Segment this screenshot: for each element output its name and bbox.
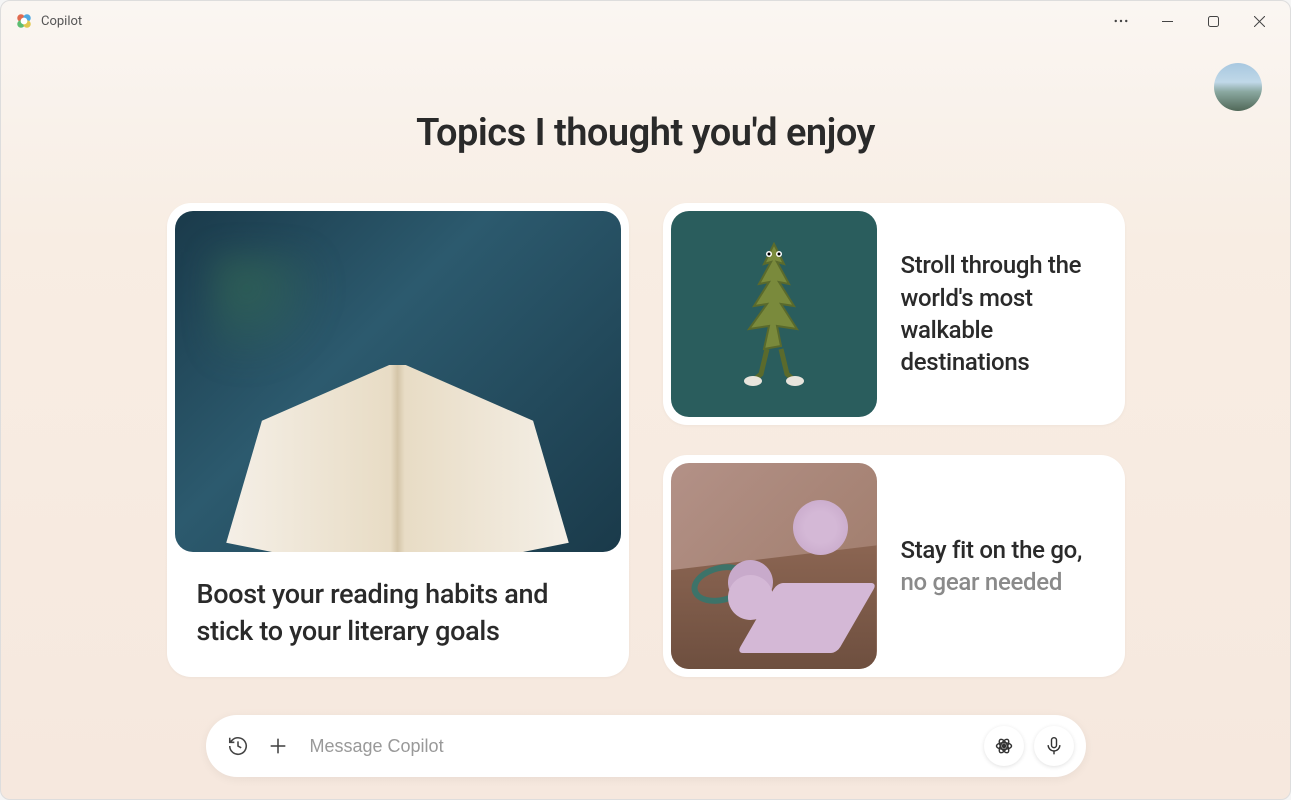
- app-window: Copilot Topics I thought you'd enjoy Boo…: [0, 0, 1291, 800]
- maximize-button[interactable]: [1190, 5, 1236, 37]
- close-button[interactable]: [1236, 5, 1282, 37]
- topic-card-reading[interactable]: Boost your reading habits and stick to y…: [167, 203, 629, 677]
- think-deeper-button[interactable]: [984, 726, 1024, 766]
- history-icon: [227, 735, 249, 757]
- titlebar-title: Copilot: [41, 14, 82, 29]
- add-button[interactable]: [258, 726, 298, 766]
- card-image-tree: [671, 211, 877, 417]
- tree-character-icon: [719, 234, 829, 394]
- message-input-bar: [206, 715, 1086, 777]
- user-avatar[interactable]: [1214, 63, 1262, 111]
- minimize-button[interactable]: [1144, 5, 1190, 37]
- card-text-sub: no gear needed: [901, 568, 1063, 596]
- close-icon: [1254, 16, 1265, 27]
- microphone-button[interactable]: [1034, 726, 1074, 766]
- more-button[interactable]: [1098, 5, 1144, 37]
- card-text: Stay fit on the go, no gear needed: [901, 534, 1117, 599]
- card-text-main: Stay fit on the go,: [901, 536, 1083, 564]
- avatar-image: [1214, 63, 1262, 111]
- plus-icon: [267, 735, 289, 757]
- page-title: Topics I thought you'd enjoy: [416, 111, 875, 155]
- card-image-book: [175, 211, 621, 552]
- titlebar: Copilot: [1, 1, 1290, 41]
- main-content: Topics I thought you'd enjoy Boost your …: [1, 41, 1290, 799]
- topic-card-fitness[interactable]: Stay fit on the go, no gear needed: [663, 455, 1125, 677]
- message-input[interactable]: [298, 736, 984, 757]
- minimize-icon: [1162, 16, 1173, 27]
- history-button[interactable]: [218, 726, 258, 766]
- right-column: Stroll through the world's most walkable…: [663, 203, 1125, 677]
- topic-card-walkable[interactable]: Stroll through the world's most walkable…: [663, 203, 1125, 425]
- ellipsis-icon: [1114, 14, 1128, 28]
- card-text: Stroll through the world's most walkable…: [901, 249, 1117, 379]
- atom-icon: [994, 736, 1014, 756]
- copilot-logo-icon: [15, 12, 33, 30]
- maximize-icon: [1208, 16, 1219, 27]
- card-image-fitness: [671, 463, 877, 669]
- microphone-icon: [1044, 736, 1064, 756]
- topic-cards-grid: Boost your reading habits and stick to y…: [167, 203, 1125, 677]
- card-text: Boost your reading habits and stick to y…: [175, 576, 621, 649]
